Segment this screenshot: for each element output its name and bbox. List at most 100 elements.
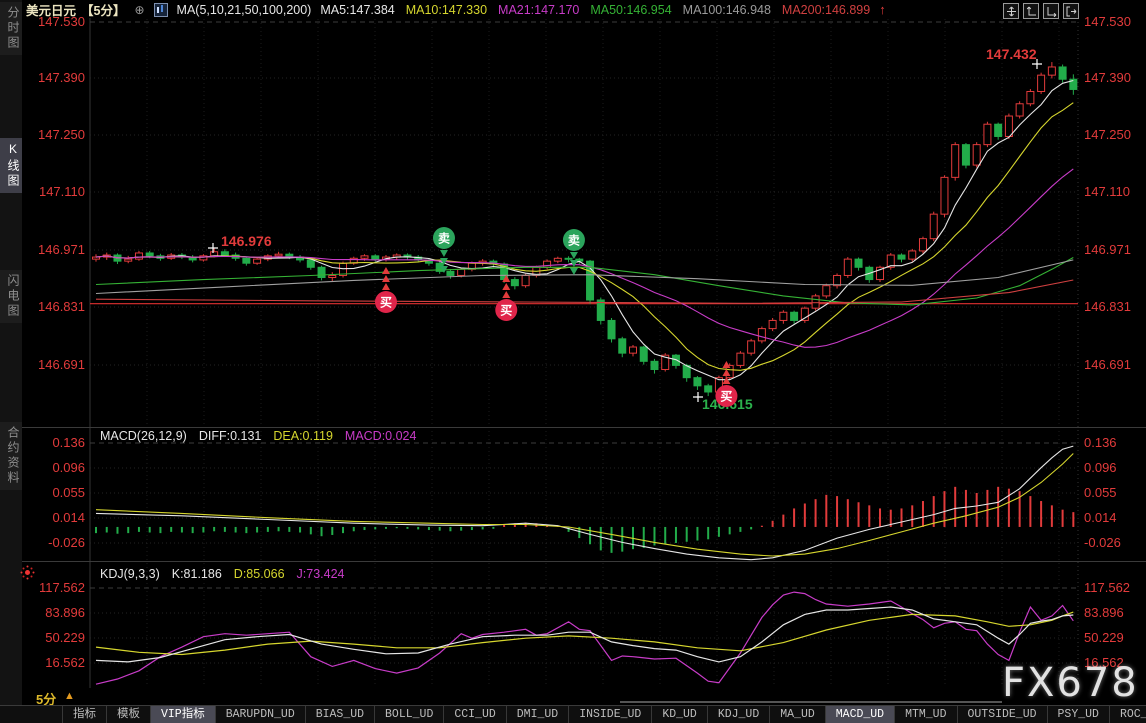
- tab-cci_ud[interactable]: CCI_UD: [444, 706, 507, 723]
- candle-body: [510, 279, 519, 287]
- axis-label-right: 146.691: [1084, 357, 1131, 372]
- price-annotation: 146.976: [221, 233, 272, 249]
- tab-dmi_ud[interactable]: DMI_UD: [507, 706, 570, 723]
- kdj-d-value: D:85.066: [233, 567, 285, 581]
- exit-chart-icon[interactable]: [1063, 3, 1079, 19]
- candle-body: [521, 274, 530, 287]
- tab-outside_ud[interactable]: OUTSIDE_UD: [958, 706, 1048, 723]
- kdj-title: KDJ(9,3,3): [100, 567, 160, 581]
- candle-body: [1058, 66, 1067, 80]
- candle-body: [328, 274, 337, 279]
- candle-body: [972, 144, 981, 166]
- tab-ma_ud[interactable]: MA_UD: [770, 706, 826, 723]
- axis-label-left: 0.096: [52, 460, 85, 475]
- kdj-panel-header: KDJ(9,3,3) K:81.186 D:85.066 J:73.424: [100, 567, 345, 581]
- sell-signal-label: 卖: [438, 231, 450, 246]
- candle-body: [145, 252, 154, 257]
- axis-label-left: 146.971: [38, 242, 85, 257]
- candle-body: [1047, 66, 1056, 76]
- axis-label-left: 83.896: [45, 605, 85, 620]
- axis-label-left: 147.250: [38, 127, 85, 142]
- candle-body: [811, 295, 820, 309]
- ma-legend-value: MA200:146.899: [781, 2, 871, 17]
- watermark: FX678: [1002, 660, 1139, 706]
- symbol-title: 美元日元: [26, 4, 77, 18]
- candle-body: [650, 360, 659, 370]
- candle-body: [940, 176, 949, 215]
- candle-body: [220, 251, 229, 256]
- x-axis-scale-icon[interactable]: [1043, 3, 1059, 19]
- axis-label-right: 147.390: [1084, 70, 1131, 85]
- chart-canvas[interactable]: 147.530 147.530147.390 147.390147.250 147.2…: [0, 0, 1146, 723]
- sidebar-item-3[interactable]: 闪电图: [0, 270, 22, 323]
- candle-body: [360, 255, 369, 259]
- axis-label-left: 117.562: [39, 580, 85, 595]
- axis-label-right: 0.096: [1084, 460, 1117, 475]
- candle-body: [747, 340, 756, 354]
- tab-scrollbar[interactable]: [620, 701, 1002, 703]
- period-label[interactable]: 【5分】: [81, 0, 125, 19]
- candle-body: [854, 258, 863, 268]
- y-axis-scale-icon[interactable]: [1023, 3, 1039, 19]
- chart-header: 美元日元 【5分】 ⊕ MA(5,10,21,50,100,200) MA5:1…: [26, 0, 886, 19]
- candle-body: [918, 238, 927, 252]
- tab-[interactable]: 模板: [107, 706, 151, 723]
- candle-body: [618, 338, 627, 354]
- tab-roc_ud[interactable]: ROC_UD: [1110, 706, 1146, 723]
- tab-kdj_ud[interactable]: KDJ_UD: [708, 706, 771, 723]
- candle-body: [607, 319, 616, 340]
- left-sidebar: 分时图 K线图闪电图合约资料: [0, 0, 22, 705]
- tab-barupdn_ud[interactable]: BARUPDN_UD: [216, 706, 306, 723]
- tab-psy_ud[interactable]: PSY_UD: [1048, 706, 1110, 723]
- axis-label-right: 147.250: [1084, 127, 1131, 142]
- tab-macd_ud[interactable]: MACD_UD: [825, 706, 896, 723]
- kline-chart-icon: [153, 2, 168, 17]
- candle-body: [210, 251, 219, 257]
- sidebar-item-1[interactable]: 分时图: [0, 2, 22, 55]
- add-indicator-icon[interactable]: ⊕: [134, 3, 144, 17]
- candle-body: [274, 253, 283, 257]
- axis-label-left: 146.691: [38, 357, 85, 372]
- candle-body: [757, 328, 766, 342]
- axis-label-right: 117.562: [1084, 580, 1130, 595]
- candle-body: [961, 144, 970, 166]
- macd-diff-value: DIFF:0.131: [198, 429, 262, 443]
- candle-body: [1015, 103, 1024, 117]
- candle-body: [639, 346, 648, 362]
- macd-macd-value: MACD:0.024: [344, 429, 417, 443]
- candle-body: [242, 257, 251, 264]
- price-annotation: 147.432: [986, 46, 1037, 62]
- candle-body: [629, 346, 637, 354]
- ma-legend-value: MA10:147.330: [405, 2, 488, 17]
- tab-[interactable]: 指标: [62, 706, 107, 723]
- candle-body: [543, 260, 552, 268]
- tab-bias_ud[interactable]: BIAS_UD: [306, 706, 376, 723]
- tab-vip[interactable]: VIP指标: [151, 706, 216, 723]
- axis-label-right: 50.229: [1084, 630, 1124, 645]
- candle-body: [779, 311, 788, 321]
- sidebar-item-4[interactable]: 合约资料: [0, 422, 22, 490]
- candle-body: [306, 259, 315, 268]
- tab-mtm_ud[interactable]: MTM_UD: [895, 706, 958, 723]
- tab-boll_ud[interactable]: BOLL_UD: [375, 706, 445, 723]
- candle-body: [929, 213, 938, 240]
- triangle-up-icon[interactable]: ▲: [64, 690, 75, 702]
- ma-legend-value: MA21:147.170: [498, 2, 580, 17]
- axis-label-left: 0.055: [52, 485, 85, 500]
- tab-inside_ud[interactable]: INSIDE_UD: [569, 706, 653, 723]
- candle-body: [768, 319, 777, 330]
- axis-label-right: 83.896: [1084, 605, 1124, 620]
- macd-dea-value: DEA:0.119: [273, 429, 333, 443]
- candle-body: [317, 266, 326, 279]
- buy-signal-label: 买: [500, 304, 512, 318]
- pan-tool-icon[interactable]: [1003, 3, 1019, 19]
- sidebar-item-2[interactable]: K线图: [0, 138, 22, 193]
- candle-body: [1037, 74, 1046, 92]
- axis-label-left: 0.136: [52, 435, 85, 450]
- candle-body: [553, 257, 562, 262]
- tab-kd_ud[interactable]: KD_UD: [652, 706, 708, 723]
- axis-label-right: 146.971: [1084, 242, 1131, 257]
- axis-label-left: 146.831: [38, 299, 85, 314]
- candle-body: [253, 258, 262, 264]
- ma-legend-value: MA50:146.954: [590, 2, 672, 17]
